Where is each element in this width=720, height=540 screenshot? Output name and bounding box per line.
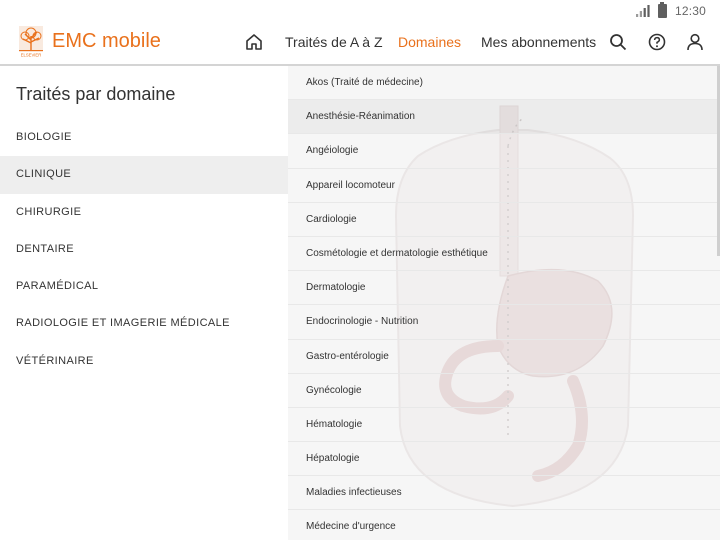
user-icon[interactable] [685,32,705,52]
elsevier-tree-logo[interactable]: ELSEVIER [16,24,46,58]
domain-item-biologie[interactable]: BIOLOGIE [0,119,288,156]
panel-title: Traités par domaine [16,84,176,104]
list-item[interactable]: Médecine d'urgence [288,510,720,540]
status-icons: 12:30 [635,2,706,19]
specialty-panel: Akos (Traité de médecine) Anesthésie-Réa… [288,66,720,540]
list-item[interactable]: Appareil locomoteur [288,169,720,203]
list-item[interactable]: Cosmétologie et dermatologie esthétique [288,237,720,272]
specialty-list: Akos (Traité de médecine) Anesthésie-Réa… [288,66,720,540]
list-item[interactable]: Dermatologie [288,271,720,306]
search-icon[interactable] [608,32,628,52]
domain-item-veterinaire[interactable]: VÉTÉRINAIRE [0,343,288,380]
battery-icon [657,2,667,18]
domain-panel: Traités par domaine BIOLOGIE CLINIQUE CH… [0,66,288,540]
home-icon[interactable] [244,32,264,52]
domain-item-clinique[interactable]: CLINIQUE [0,156,288,194]
list-item[interactable]: Angéiologie [288,134,720,169]
list-item[interactable]: Anesthésie-Réanimation [288,100,720,135]
domain-item-chirurgie[interactable]: CHIRURGIE [0,194,288,231]
signal-icon [635,5,650,17]
nav-traites-a-z[interactable]: Traités de A à Z [285,34,383,50]
list-item[interactable]: Maladies infectieuses [288,476,720,511]
domain-list: BIOLOGIE CLINIQUE CHIRURGIE DENTAIRE PAR… [0,119,288,380]
nav-domaines[interactable]: Domaines [398,34,461,50]
list-item[interactable]: Hépatologie [288,442,720,477]
status-bar: 12:30 [0,0,720,22]
nav-mes-abonnements[interactable]: Mes abonnements [481,34,596,50]
logo-text: ELSEVIER [21,53,41,58]
list-item[interactable]: Gynécologie [288,374,720,408]
help-icon[interactable] [647,32,667,52]
status-time: 12:30 [674,4,706,18]
list-item[interactable]: Cardiologie [288,203,720,237]
domain-item-radiologie[interactable]: RADIOLOGIE ET IMAGERIE MÉDICALE [0,305,288,342]
app-title: EMC mobile [52,30,161,52]
list-item[interactable]: Endocrinologie - Nutrition [288,305,720,340]
list-item[interactable]: Akos (Traité de médecine) [288,66,720,101]
domain-item-paramedical[interactable]: PARAMÉDICAL [0,268,288,305]
app-bar: ELSEVIER EMC mobile Traités de A à Z Dom… [0,22,720,64]
list-item[interactable]: Hématologie [288,408,720,443]
domain-item-dentaire[interactable]: DENTAIRE [0,231,288,268]
list-item[interactable]: Gastro-entérologie [288,340,720,374]
